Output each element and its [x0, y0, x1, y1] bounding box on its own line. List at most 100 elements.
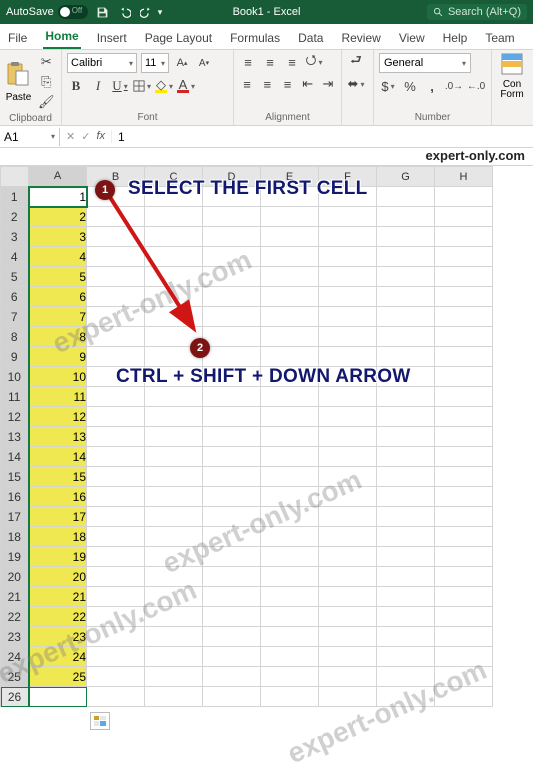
table-row[interactable]: 1515 [1, 467, 493, 487]
row-header[interactable]: 21 [1, 587, 29, 607]
cell[interactable] [87, 667, 145, 687]
cell[interactable] [203, 407, 261, 427]
table-row[interactable]: 2222 [1, 607, 493, 627]
italic-button[interactable]: I [89, 77, 107, 95]
cell[interactable] [435, 287, 493, 307]
table-row[interactable]: 1919 [1, 547, 493, 567]
cell[interactable] [203, 187, 261, 207]
autosave-toggle[interactable]: AutoSave Off [6, 5, 88, 19]
cell[interactable] [87, 247, 145, 267]
cell[interactable]: 24 [29, 647, 87, 667]
cell[interactable] [435, 447, 493, 467]
qat-dropdown-icon[interactable]: ▾ [158, 7, 163, 18]
cell[interactable] [261, 347, 319, 367]
cell[interactable] [203, 567, 261, 587]
cell[interactable] [319, 327, 377, 347]
font-color-button[interactable]: A▾ [177, 77, 195, 95]
cell[interactable] [145, 507, 203, 527]
col-header-b[interactable]: B [87, 167, 145, 187]
cell[interactable] [145, 447, 203, 467]
row-header[interactable]: 11 [1, 387, 29, 407]
row-header[interactable]: 16 [1, 487, 29, 507]
row-header[interactable]: 25 [1, 667, 29, 687]
table-row[interactable]: 55 [1, 267, 493, 287]
cell[interactable]: 3 [29, 227, 87, 247]
cell[interactable] [203, 467, 261, 487]
cell[interactable] [435, 627, 493, 647]
cell[interactable] [87, 627, 145, 647]
cell[interactable] [87, 367, 145, 387]
cell[interactable] [377, 627, 435, 647]
cell[interactable] [319, 667, 377, 687]
cell[interactable] [145, 467, 203, 487]
cell[interactable]: 22 [29, 607, 87, 627]
table-row[interactable]: 1818 [1, 527, 493, 547]
tab-data[interactable]: Data [296, 27, 325, 49]
table-row[interactable]: 2424 [1, 647, 493, 667]
cell[interactable] [319, 267, 377, 287]
decrease-indent-icon[interactable]: ⇤ [300, 75, 316, 93]
cell[interactable] [145, 487, 203, 507]
enter-formula-icon[interactable]: ✓ [81, 130, 90, 143]
cell[interactable] [377, 207, 435, 227]
table-row[interactable]: 11 [1, 187, 493, 207]
cell[interactable] [261, 507, 319, 527]
cell[interactable]: 6 [29, 287, 87, 307]
cell[interactable] [203, 507, 261, 527]
paste-button[interactable]: Paste [6, 61, 32, 103]
cell[interactable] [377, 647, 435, 667]
align-center-icon[interactable]: ≡ [259, 75, 275, 93]
table-row[interactable]: 2323 [1, 627, 493, 647]
cell[interactable]: 10 [29, 367, 87, 387]
cell[interactable]: 21 [29, 587, 87, 607]
tab-help[interactable]: Help [441, 27, 470, 49]
cell[interactable] [435, 527, 493, 547]
cell[interactable] [145, 387, 203, 407]
table-row[interactable]: 1414 [1, 447, 493, 467]
cell[interactable] [87, 467, 145, 487]
search-box[interactable]: Search (Alt+Q) [427, 4, 527, 20]
cell[interactable] [145, 427, 203, 447]
cell[interactable] [261, 367, 319, 387]
cell[interactable] [261, 627, 319, 647]
cell[interactable] [319, 187, 377, 207]
cell[interactable] [87, 527, 145, 547]
increase-indent-icon[interactable]: ⇥ [320, 75, 336, 93]
table-row[interactable]: 22 [1, 207, 493, 227]
cell[interactable] [87, 287, 145, 307]
cell[interactable] [319, 587, 377, 607]
cell[interactable] [319, 607, 377, 627]
cell[interactable] [435, 207, 493, 227]
cell[interactable] [261, 187, 319, 207]
cell[interactable] [87, 547, 145, 567]
cell[interactable]: 8 [29, 327, 87, 347]
cell[interactable] [203, 367, 261, 387]
tab-view[interactable]: View [397, 27, 427, 49]
table-row[interactable]: 2525 [1, 667, 493, 687]
cell[interactable] [319, 307, 377, 327]
cut-icon[interactable]: ✂ [37, 53, 55, 71]
cell[interactable]: 2 [29, 207, 87, 227]
increase-font-icon[interactable]: A▴ [173, 54, 191, 72]
row-header[interactable]: 24 [1, 647, 29, 667]
col-header-a[interactable]: A [29, 167, 87, 187]
cell[interactable] [145, 347, 203, 367]
cell[interactable] [145, 567, 203, 587]
row-header[interactable]: 13 [1, 427, 29, 447]
fill-color-button[interactable]: ◇▾ [155, 77, 173, 95]
cell[interactable] [435, 607, 493, 627]
table-row[interactable]: 77 [1, 307, 493, 327]
cell[interactable] [203, 207, 261, 227]
cell[interactable] [435, 347, 493, 367]
align-bottom-icon[interactable]: ≡ [283, 53, 301, 71]
comma-format-icon[interactable]: , [423, 77, 441, 95]
cell[interactable] [261, 647, 319, 667]
table-row[interactable]: 1111 [1, 387, 493, 407]
cell[interactable]: 19 [29, 547, 87, 567]
cell[interactable] [145, 587, 203, 607]
table-row[interactable]: 33 [1, 227, 493, 247]
row-header[interactable]: 15 [1, 467, 29, 487]
cell[interactable] [203, 547, 261, 567]
cell[interactable]: 23 [29, 627, 87, 647]
percent-format-icon[interactable]: % [401, 77, 419, 95]
